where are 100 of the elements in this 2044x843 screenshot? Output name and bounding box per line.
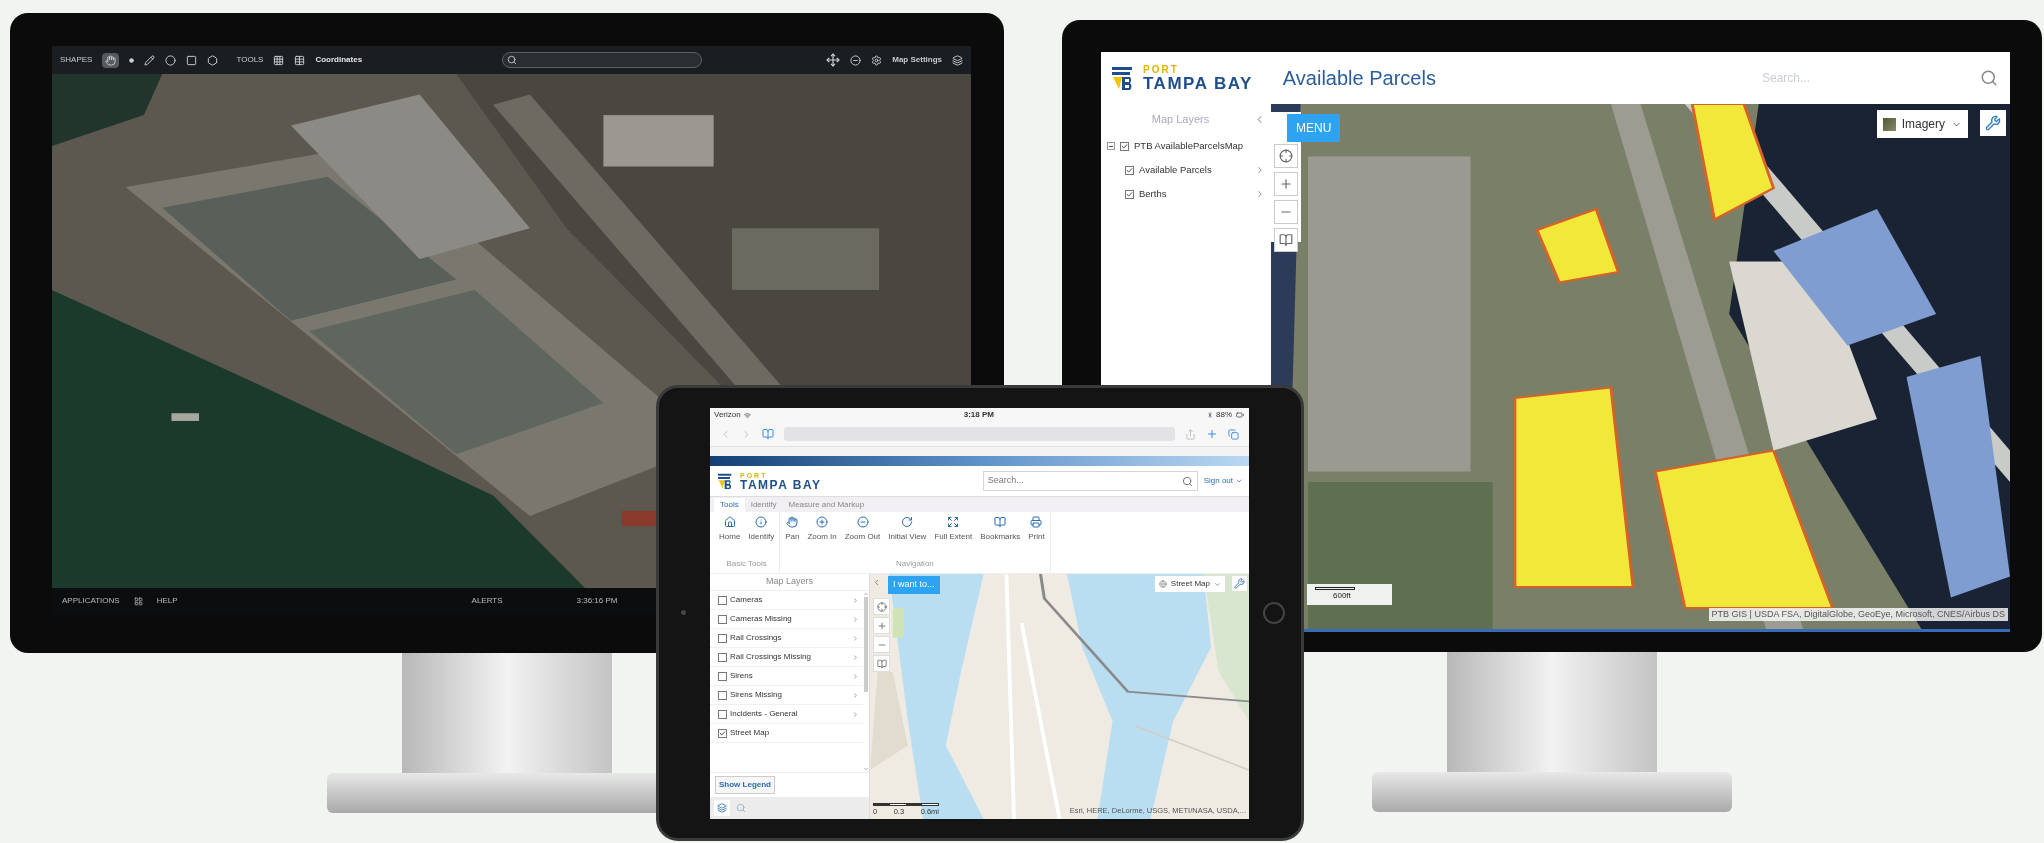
layers-tab[interactable]: [714, 800, 730, 816]
layer-row[interactable]: Sirens: [710, 667, 863, 686]
tools-button[interactable]: [1980, 110, 2006, 136]
grid-icon[interactable]: [273, 54, 285, 66]
zoom-out-button[interactable]: [873, 636, 890, 653]
chevron-right-icon[interactable]: [852, 691, 859, 699]
layer-label: Rail Crossings: [730, 632, 783, 644]
checkbox[interactable]: [718, 709, 727, 719]
pan-icon[interactable]: [826, 53, 841, 67]
checkbox[interactable]: [718, 595, 727, 605]
show-legend-button[interactable]: Show Legend: [715, 776, 775, 794]
layers-icon[interactable]: [952, 54, 963, 66]
point-icon[interactable]: [129, 57, 135, 63]
search-icon[interactable]: [1980, 69, 1998, 87]
chevron-right-icon[interactable]: [852, 596, 859, 604]
plus-icon[interactable]: [1206, 428, 1218, 440]
layer-label: Sirens: [730, 670, 754, 682]
polygon-icon[interactable]: [207, 54, 219, 66]
toolbar-button[interactable]: Bookmarks: [978, 516, 1023, 558]
line-icon[interactable]: [144, 54, 156, 66]
layer-label: Incidents - General: [730, 708, 799, 720]
toolbar-button[interactable]: Print: [1026, 516, 1047, 558]
layer-label[interactable]: PTB AvailableParcelsMap: [1134, 138, 1244, 154]
layer-label[interactable]: Available Parcels: [1139, 162, 1212, 178]
scroll-up-icon[interactable]: [863, 591, 869, 597]
layer-label: Cameras Missing: [730, 613, 793, 625]
chevron-right-icon[interactable]: [1255, 189, 1265, 199]
checkbox[interactable]: [718, 671, 727, 681]
layer-row[interactable]: Cameras Missing: [710, 610, 863, 629]
chevron-right-icon[interactable]: [852, 672, 859, 680]
locate-button[interactable]: [1274, 144, 1298, 168]
collapse-toggle[interactable]: [1107, 142, 1115, 150]
layer-row[interactable]: Rail Crossings Missing: [710, 648, 863, 667]
layer-row[interactable]: Cameras: [710, 591, 863, 610]
caret-icon: [1214, 580, 1221, 588]
checkbox[interactable]: [718, 652, 727, 662]
layer-label: Sirens Missing: [730, 689, 783, 701]
chevron-right-icon[interactable]: [852, 634, 859, 642]
layer-row[interactable]: Incidents - General: [710, 705, 863, 724]
chevron-right-icon[interactable]: [852, 615, 859, 623]
book-icon: [876, 658, 887, 669]
checkbox[interactable]: [718, 728, 727, 738]
layer-label: Rail Crossings Missing: [730, 651, 812, 663]
applications-menu[interactable]: APPLICATIONS: [62, 595, 120, 607]
basemap-dropdown[interactable]: Imagery: [1876, 110, 1968, 138]
coordinates-button[interactable]: Coordinates: [315, 54, 363, 66]
check-icon: [1126, 189, 1133, 199]
wrench-icon: [1234, 578, 1245, 589]
layer-row[interactable]: Rail Crossings: [710, 629, 863, 648]
chevron-right-icon[interactable]: [852, 710, 859, 718]
bookmarks-button[interactable]: [1274, 228, 1298, 252]
zoom-out-button[interactable]: [1274, 200, 1298, 224]
map-settings-button[interactable]: Map Settings: [892, 54, 942, 66]
checkbox[interactable]: [1120, 141, 1129, 151]
book-icon: [994, 516, 1007, 528]
tabs-icon[interactable]: [1228, 428, 1239, 440]
checkbox[interactable]: [1125, 165, 1134, 175]
bluetooth-icon: [1207, 412, 1213, 418]
share-icon[interactable]: [1185, 428, 1196, 440]
logo-name-text: TAMPA BAY: [1143, 74, 1253, 92]
logo-port-text: PORT: [1143, 64, 1180, 75]
alerts-button[interactable]: ALERTS: [471, 595, 503, 607]
tools-label: TOOLS: [236, 54, 264, 66]
layer-row[interactable]: Street Map: [710, 724, 863, 743]
sign-out-menu[interactable]: Sign out: [1203, 475, 1243, 487]
zoom-in-button[interactable]: [1274, 172, 1298, 196]
checkbox[interactable]: [718, 690, 727, 700]
table-icon[interactable]: [294, 54, 306, 66]
tools-button[interactable]: [1232, 576, 1247, 591]
help-menu[interactable]: HELP: [156, 595, 178, 607]
rectangle-icon[interactable]: [186, 54, 198, 66]
settings-icon[interactable]: [871, 54, 883, 66]
shapes-label: SHAPES: [60, 54, 93, 66]
chevron-right-icon[interactable]: [852, 653, 859, 661]
locate-button[interactable]: [873, 598, 890, 615]
page-title: Available Parcels: [1282, 66, 1436, 91]
camera-lens: [681, 610, 686, 615]
search-field[interactable]: Search...: [982, 471, 1198, 491]
layer-label[interactable]: Berths: [1139, 186, 1167, 202]
checkbox[interactable]: [1125, 189, 1134, 199]
search-icon: [1181, 475, 1193, 487]
scroll-down-icon[interactable]: [863, 766, 869, 772]
basemap-dropdown[interactable]: Street Map: [1154, 576, 1225, 592]
checkbox[interactable]: [718, 614, 727, 624]
check-icon: [1121, 141, 1128, 151]
zoom-in-button[interactable]: [873, 617, 890, 634]
grid-icon[interactable]: [133, 596, 143, 606]
chevron-right-icon[interactable]: [1255, 165, 1265, 175]
home-button[interactable]: [1263, 602, 1285, 624]
plus-icon: [1279, 177, 1293, 191]
search-icon[interactable]: [736, 803, 746, 813]
layer-row[interactable]: Sirens Missing: [710, 686, 863, 705]
select-tool-button[interactable]: [102, 52, 120, 68]
scrollbar[interactable]: [863, 591, 869, 772]
checkbox[interactable]: [718, 633, 727, 643]
zoom-out-icon[interactable]: [850, 54, 862, 66]
clock-text: 3:18 PM: [963, 409, 994, 421]
bookmarks-button[interactable]: [873, 655, 890, 672]
search-field[interactable]: [502, 52, 703, 68]
circle-icon[interactable]: [165, 54, 177, 66]
